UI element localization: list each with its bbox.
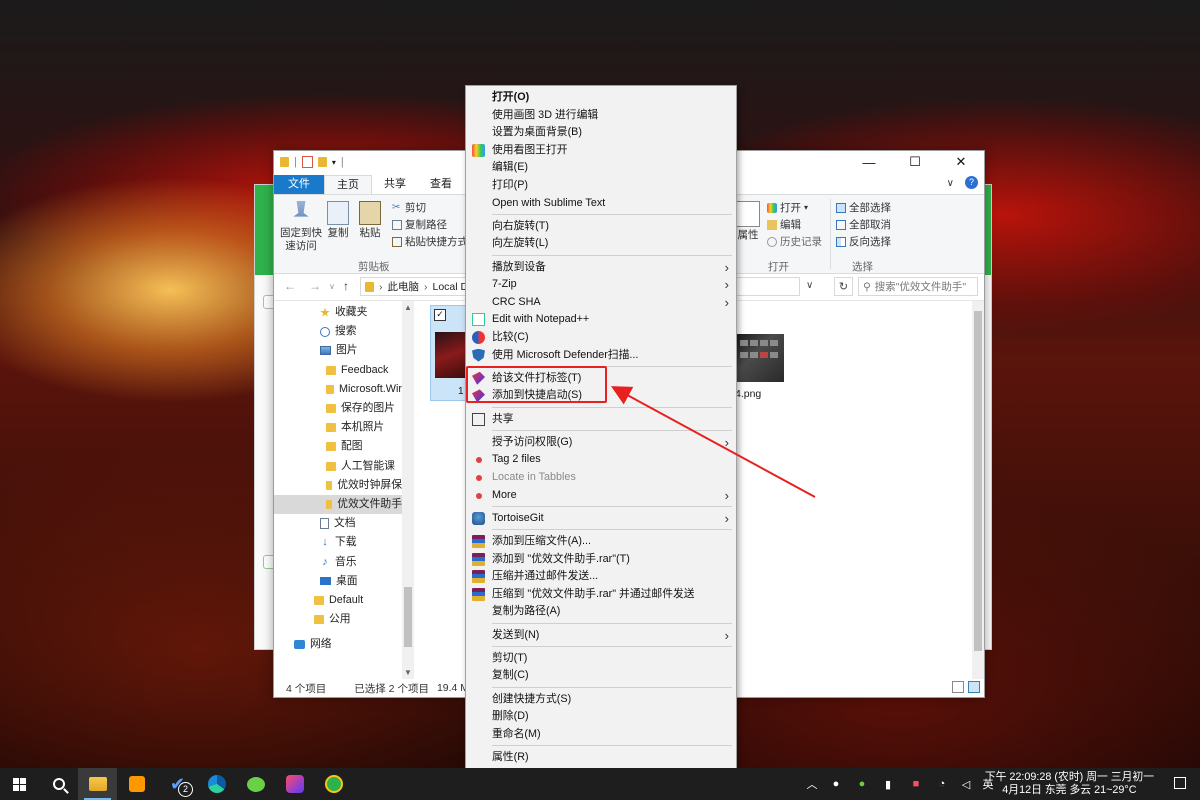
- tray-overflow-icon[interactable]: ︿: [804, 768, 820, 800]
- wifi-icon[interactable]: ◔: [932, 768, 952, 800]
- clock[interactable]: 下午 22:09:28 (农时) 周一 三月初一 4月12日 东莞 多云 21~…: [985, 771, 1154, 797]
- file-explorer-icon: [88, 777, 107, 791]
- clock-line-2: 4月12日 东莞 多云 21~29°C: [1002, 784, 1137, 796]
- taskbar: ✔ 2 ︿ ● ● ▮ ■ ◔ ◁ 英 下午 22:09:28 (农时) 周一 …: [0, 768, 1200, 800]
- taskbar-green-app[interactable]: [314, 768, 353, 800]
- tag-tray-icon[interactable]: ■: [906, 768, 926, 800]
- start-button[interactable]: [0, 768, 39, 800]
- search-button[interactable]: [39, 768, 78, 800]
- windows-logo-icon: [13, 777, 26, 791]
- taskbar-sublime[interactable]: [117, 768, 156, 800]
- search-icon: [52, 778, 65, 790]
- clock-line-1: 下午 22:09:28 (农时) 周一 三月初一: [984, 771, 1154, 783]
- window-count-badge: 2: [178, 782, 193, 797]
- taskbar-file-explorer[interactable]: [78, 768, 117, 800]
- taskbar-wechat[interactable]: [236, 768, 275, 800]
- edge-icon: [207, 775, 226, 793]
- notification-center-icon[interactable]: [1174, 777, 1186, 789]
- file-assistant-icon: [324, 775, 343, 793]
- taskbar-edge[interactable]: [197, 768, 236, 800]
- volume-icon[interactable]: ◁: [956, 768, 976, 800]
- taskbar-tag-app[interactable]: [275, 768, 314, 800]
- wechat-icon: [246, 776, 265, 792]
- annotation-arrow: [610, 386, 816, 498]
- taskbar-todo[interactable]: ✔ 2: [158, 768, 197, 800]
- wechat-tray-icon[interactable]: ●: [852, 768, 872, 800]
- battery-icon[interactable]: ▮: [878, 768, 898, 800]
- qq-icon[interactable]: ●: [826, 768, 846, 800]
- tag-app-icon: [285, 775, 304, 793]
- sublime-text-icon: [128, 776, 145, 792]
